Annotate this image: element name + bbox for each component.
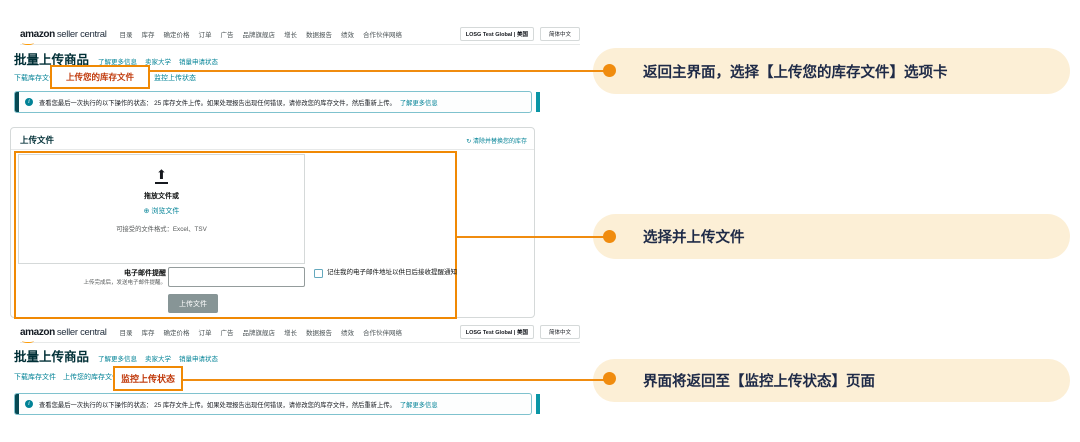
banner-learn-more-link[interactable]: 了解更多信息 bbox=[400, 100, 438, 107]
title-link[interactable]: 卖家大学 bbox=[145, 353, 171, 363]
info-icon: i bbox=[25, 98, 33, 106]
highlight-box-monitor-tab: 监控上传状态 bbox=[113, 366, 183, 391]
tabs-row-bottom: 下载库存文件 上传您的库存文件 监控上传状态 bbox=[14, 363, 554, 391]
language-selector[interactable]: 简体中文 bbox=[540, 325, 580, 339]
banner-accent-bar bbox=[15, 394, 19, 414]
nav-item[interactable]: 数据报告 bbox=[306, 327, 332, 337]
nav-item[interactable]: 品牌旗舰店 bbox=[243, 29, 276, 39]
amazon-logo[interactable]: amazon seller central bbox=[20, 327, 107, 338]
nav-item[interactable]: 绩效 bbox=[341, 29, 354, 39]
nav-item[interactable]: 确定价格 bbox=[164, 29, 190, 39]
account-badge[interactable]: LOSG Test Global | 美国 bbox=[460, 325, 534, 339]
panel-divider bbox=[11, 149, 534, 150]
nav-item[interactable]: 订单 bbox=[199, 327, 212, 337]
remember-email-checkbox[interactable] bbox=[314, 269, 323, 278]
amazon-logo-text: amazon bbox=[20, 29, 55, 40]
nav-item[interactable]: 目录 bbox=[120, 327, 133, 337]
amazon-smile-icon bbox=[22, 339, 34, 343]
nav-item[interactable]: 合作伙伴网络 bbox=[363, 29, 402, 39]
tab-upload-your-inventory-file[interactable]: 上传您的库存文件 bbox=[63, 372, 119, 382]
nav-item[interactable]: 合作伙伴网络 bbox=[363, 327, 402, 337]
nav-bar-bottom: amazon seller central 目录库存确定价格订单广告品牌旗舰店增… bbox=[20, 322, 580, 343]
nav-item[interactable]: 增长 bbox=[284, 29, 297, 39]
nav-item[interactable]: 增长 bbox=[284, 327, 297, 337]
info-icon: i bbox=[25, 400, 33, 408]
callout-bubble-upload-tab: 返回主界面，选择【上传您的库存文件】选项卡 bbox=[593, 48, 1070, 94]
callout-bubble-monitor-status: 界面将返回至【监控上传状态】页面 bbox=[593, 359, 1070, 402]
info-banner-top: i 查看您最后一次执行的以下操作的状态： 25 库存文件上传。如果处理报告出现任… bbox=[14, 91, 532, 113]
seller-central-logo-text: seller central bbox=[57, 29, 107, 40]
nav-bar-top: amazon seller central 目录库存确定价格订单广告品牌旗舰店增… bbox=[20, 24, 580, 45]
connector-line-3 bbox=[183, 379, 607, 381]
banner-text: 查看您最后一次执行的以下操作的状态： 25 库存文件上传。如果处理报告出现任何错… bbox=[39, 400, 438, 409]
remember-email-checkbox-label: 记住我的电子邮件地址以供日后接收提醒通知 bbox=[327, 268, 467, 278]
banner-accent-bar bbox=[15, 92, 19, 112]
tabs-row-top: 下载库存文件 上传您的库存文件 监控上传状态 bbox=[14, 65, 554, 90]
callout-text: 界面将返回至【监控上传状态】页面 bbox=[643, 370, 875, 391]
account-badge[interactable]: LOSG Test Global | 美国 bbox=[460, 27, 534, 41]
language-selector[interactable]: 简体中文 bbox=[540, 27, 580, 41]
banner-learn-more-link[interactable]: 了解更多信息 bbox=[400, 402, 438, 409]
nav-item[interactable]: 订单 bbox=[199, 29, 212, 39]
tab-upload-your-inventory-file[interactable]: 上传您的库存文件 bbox=[66, 71, 134, 83]
nav-item[interactable]: 库存 bbox=[142, 29, 155, 39]
title-link[interactable]: 了解更多信息 bbox=[98, 353, 137, 363]
nav-menu: 目录库存确定价格订单广告品牌旗舰店增长数据报告绩效合作伙伴网络 bbox=[120, 29, 403, 39]
tab-monitor-upload-status[interactable]: 监控上传状态 bbox=[154, 73, 196, 83]
nav-item[interactable]: 目录 bbox=[120, 29, 133, 39]
cropped-banner-edge-top bbox=[536, 92, 540, 112]
nav-item[interactable]: 广告 bbox=[221, 327, 234, 337]
connector-dot-2 bbox=[603, 230, 616, 243]
panel-title: 上传文件 bbox=[20, 134, 54, 146]
banner-text: 查看您最后一次执行的以下操作的状态： 25 库存文件上传。如果处理报告出现任何错… bbox=[39, 98, 438, 107]
callout-text: 选择并上传文件 bbox=[643, 226, 745, 247]
nav-item[interactable]: 确定价格 bbox=[164, 327, 190, 337]
tutorial-canvas: amazon seller central 目录库存确定价格订单广告品牌旗舰店增… bbox=[0, 0, 1080, 442]
cropped-banner-edge-bottom bbox=[536, 394, 540, 414]
tab-monitor-upload-status[interactable]: 监控上传状态 bbox=[121, 372, 175, 385]
nav-item[interactable]: 广告 bbox=[221, 29, 234, 39]
title-link[interactable]: 销量申请状态 bbox=[179, 353, 218, 363]
nav-menu: 目录库存确定价格订单广告品牌旗舰店增长数据报告绩效合作伙伴网络 bbox=[120, 327, 403, 337]
callout-bubble-select-upload: 选择并上传文件 bbox=[593, 214, 1070, 259]
nav-item[interactable]: 数据报告 bbox=[306, 29, 332, 39]
nav-item[interactable]: 品牌旗舰店 bbox=[243, 327, 276, 337]
amazon-logo-text: amazon bbox=[20, 327, 55, 338]
callout-text: 返回主界面，选择【上传您的库存文件】选项卡 bbox=[643, 61, 948, 82]
tab-download-inventory-file[interactable]: 下载库存文件 bbox=[14, 372, 56, 382]
amazon-logo[interactable]: amazon seller central bbox=[20, 29, 107, 40]
highlight-box-upload-area bbox=[14, 151, 457, 319]
amazon-smile-icon bbox=[22, 41, 34, 45]
banner-message: 查看您最后一次执行的以下操作的状态： 25 库存文件上传。如果处理报告出现任何错… bbox=[39, 100, 396, 107]
highlight-box-upload-tab: 上传您的库存文件 bbox=[50, 65, 150, 89]
clear-replace-inventory-link[interactable]: ↻ 清除并替换您的库存 bbox=[466, 136, 527, 145]
title-links: 了解更多信息卖家大学销量申请状态 bbox=[98, 353, 218, 363]
nav-item[interactable]: 绩效 bbox=[341, 327, 354, 337]
info-banner-bottom: i 查看您最后一次执行的以下操作的状态： 25 库存文件上传。如果处理报告出现任… bbox=[14, 393, 532, 415]
connector-dot-3 bbox=[603, 372, 616, 385]
connector-line-1 bbox=[150, 70, 607, 72]
seller-central-logo-text: seller central bbox=[57, 327, 107, 338]
nav-item[interactable]: 库存 bbox=[142, 327, 155, 337]
connector-dot-1 bbox=[603, 64, 616, 77]
banner-message: 查看您最后一次执行的以下操作的状态： 25 库存文件上传。如果处理报告出现任何错… bbox=[39, 402, 396, 409]
connector-line-2 bbox=[457, 236, 607, 238]
